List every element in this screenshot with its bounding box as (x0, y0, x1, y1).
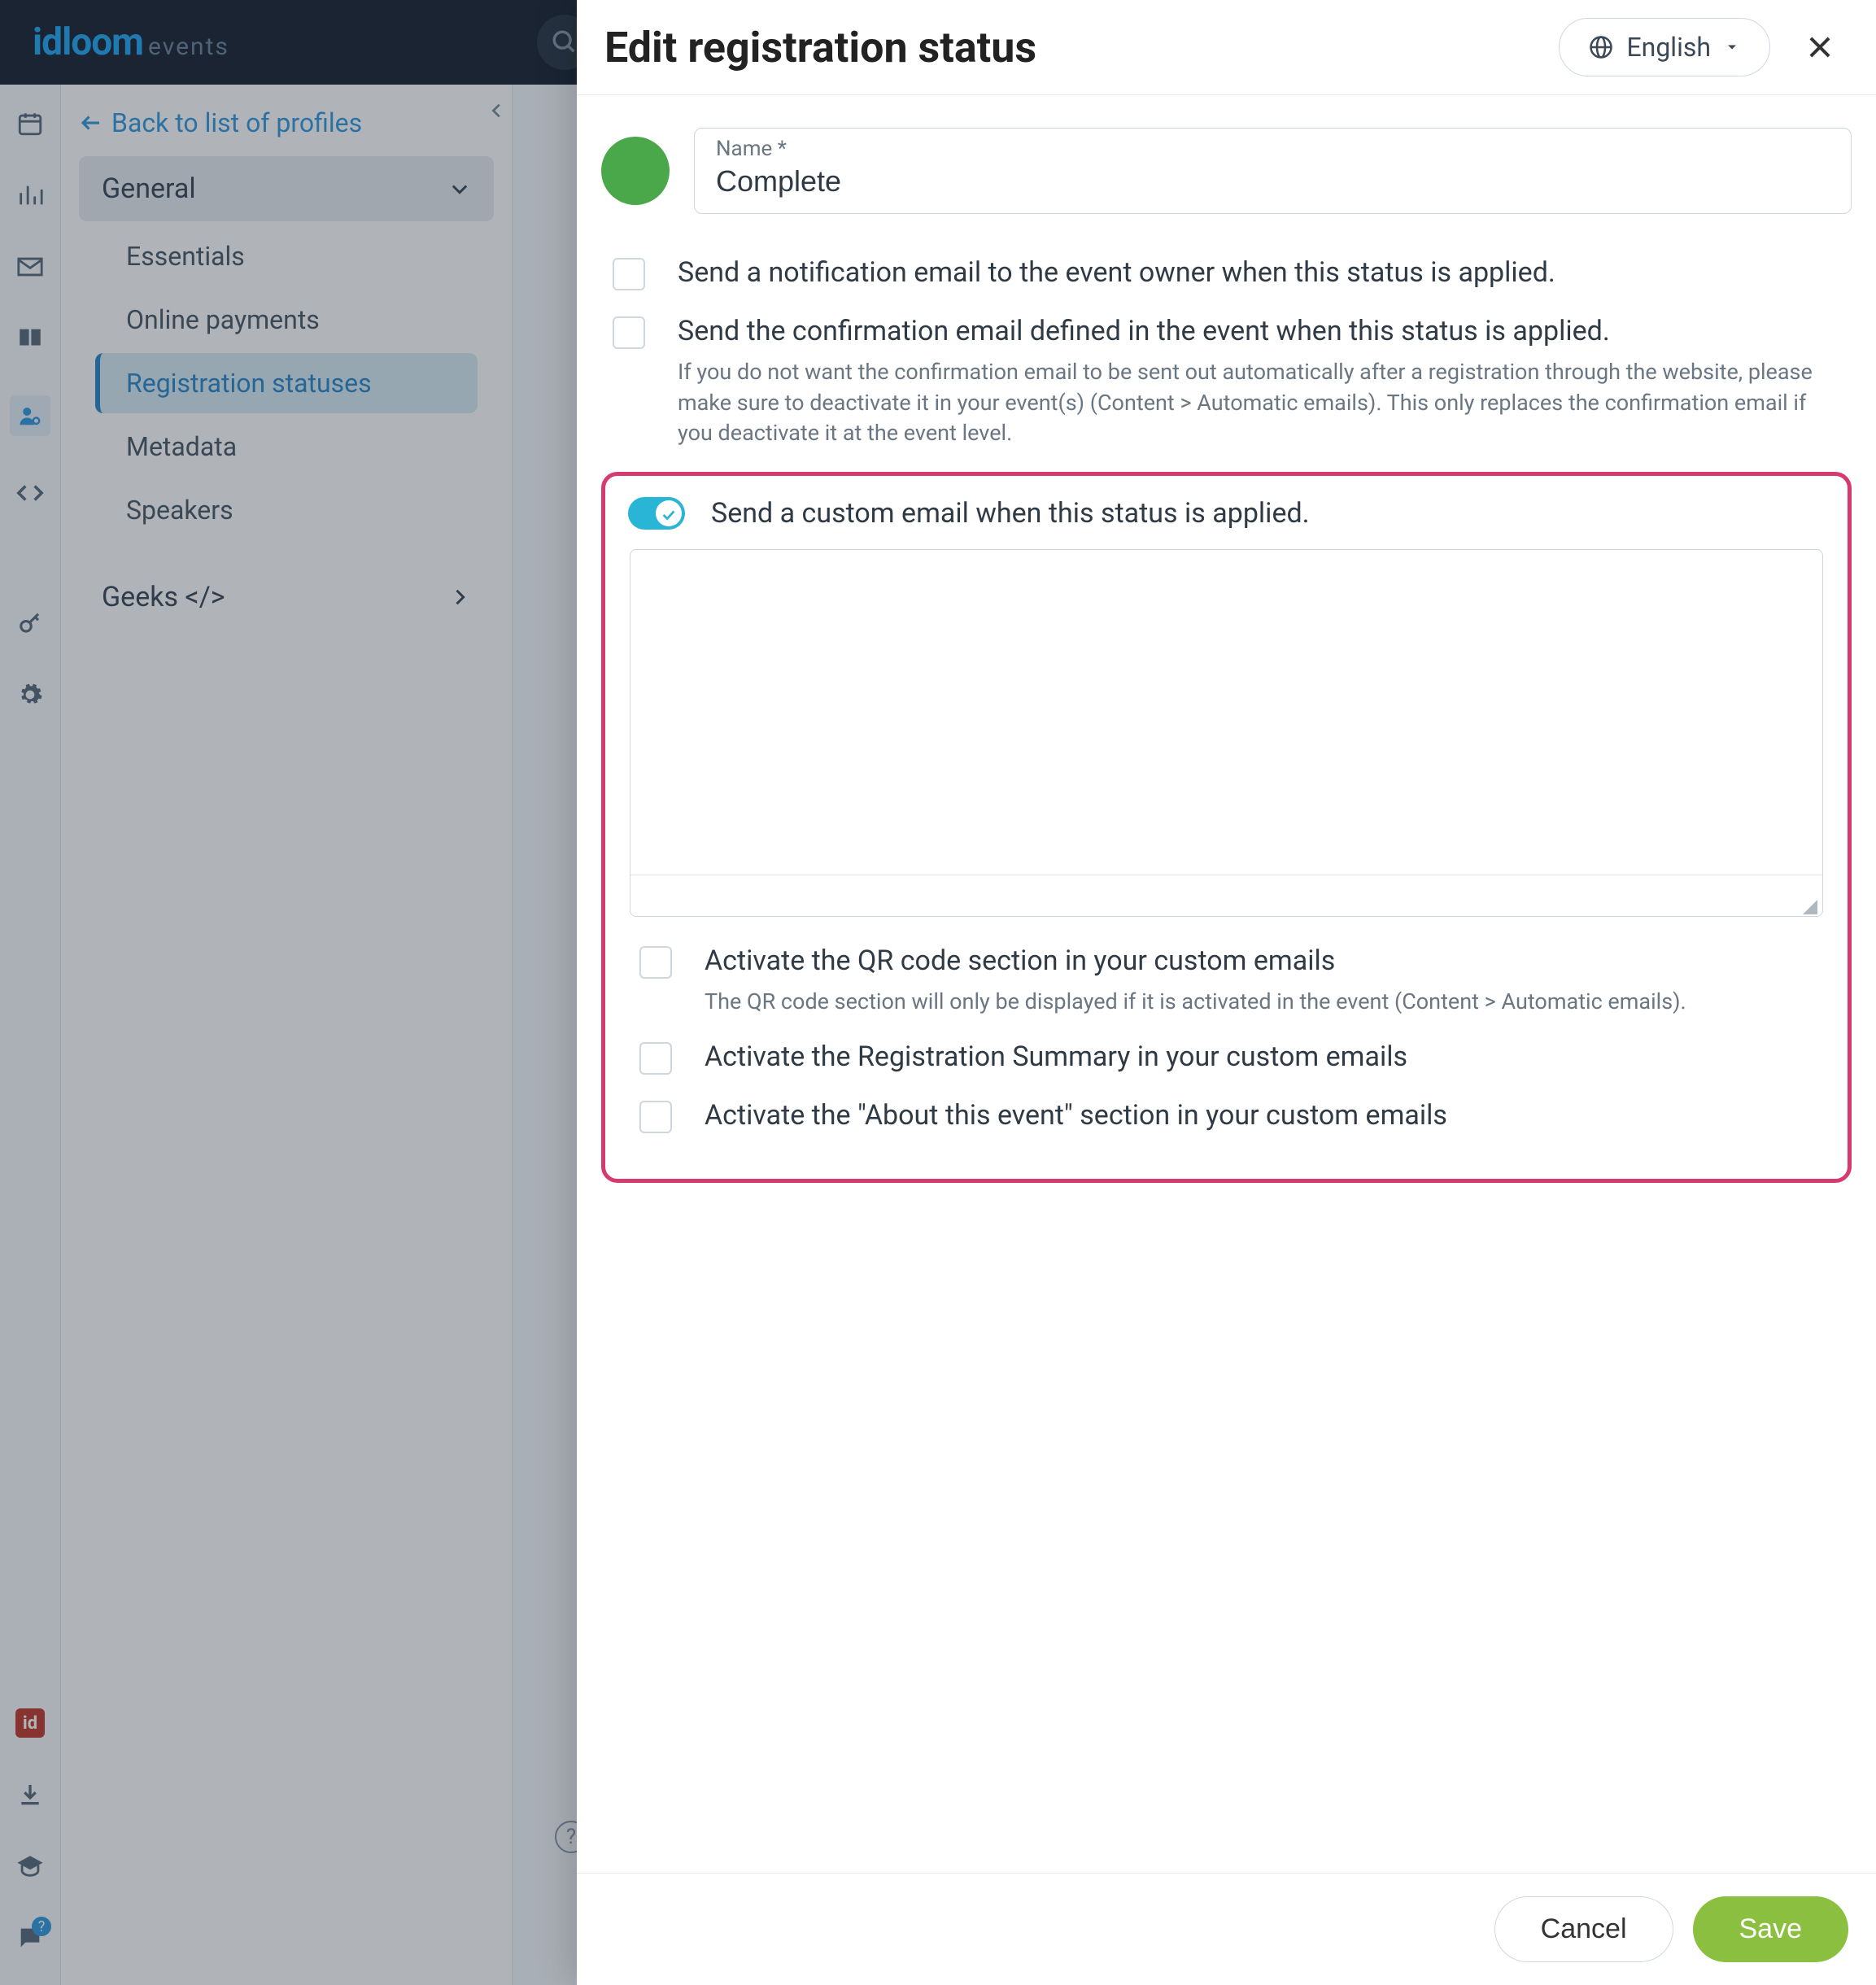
checkbox-confirmation-email[interactable] (613, 316, 645, 349)
checkbox-about-event[interactable] (639, 1101, 672, 1133)
custom-email-section: Send a custom email when this status is … (601, 472, 1852, 1182)
checkbox-about-event-label: Activate the "About this event" section … (705, 1097, 1447, 1135)
close-icon (1804, 32, 1835, 63)
checkbox-qr-label: Activate the QR code section in your cus… (705, 943, 1686, 980)
checkbox-confirmation-label: Send the confirmation email defined in t… (678, 313, 1840, 351)
checkbox-notify-owner[interactable] (613, 258, 645, 290)
save-button[interactable]: Save (1693, 1896, 1849, 1962)
checkbox-notify-owner-label: Send a notification email to the event o… (678, 255, 1555, 292)
toggle-custom-email[interactable] (628, 497, 685, 530)
name-field-wrapper: Name * (694, 128, 1852, 214)
modal-footer: Cancel Save (577, 1873, 1876, 1985)
modal-header: Edit registration status English (577, 0, 1876, 95)
editor-textarea[interactable] (630, 550, 1822, 875)
checkbox-reg-summary-label: Activate the Registration Summary in you… (705, 1039, 1407, 1076)
language-label: English (1626, 32, 1711, 63)
status-color-dot[interactable] (601, 137, 670, 205)
edit-status-modal: Edit registration status English Name * … (577, 0, 1876, 1985)
name-label: Name * (716, 137, 1830, 161)
checkbox-qr-help: The QR code section will only be display… (705, 987, 1686, 1018)
editor-resize-handle[interactable] (630, 875, 1822, 916)
modal-title: Edit registration status (604, 23, 1036, 72)
checkbox-qr-code[interactable] (639, 946, 672, 979)
check-icon (660, 506, 678, 524)
caret-down-icon (1724, 39, 1740, 55)
globe-icon (1589, 35, 1613, 59)
modal-body: Name * Send a notification email to the … (577, 95, 1876, 1873)
custom-email-editor[interactable] (630, 549, 1823, 917)
checkbox-confirmation-help: If you do not want the confirmation emai… (678, 357, 1840, 449)
language-selector[interactable]: English (1559, 18, 1770, 76)
close-button[interactable] (1796, 27, 1843, 68)
cancel-button[interactable]: Cancel (1494, 1896, 1673, 1962)
toggle-custom-email-label: Send a custom email when this status is … (711, 497, 1310, 530)
name-input[interactable] (716, 164, 1830, 198)
checkbox-reg-summary[interactable] (639, 1042, 672, 1075)
